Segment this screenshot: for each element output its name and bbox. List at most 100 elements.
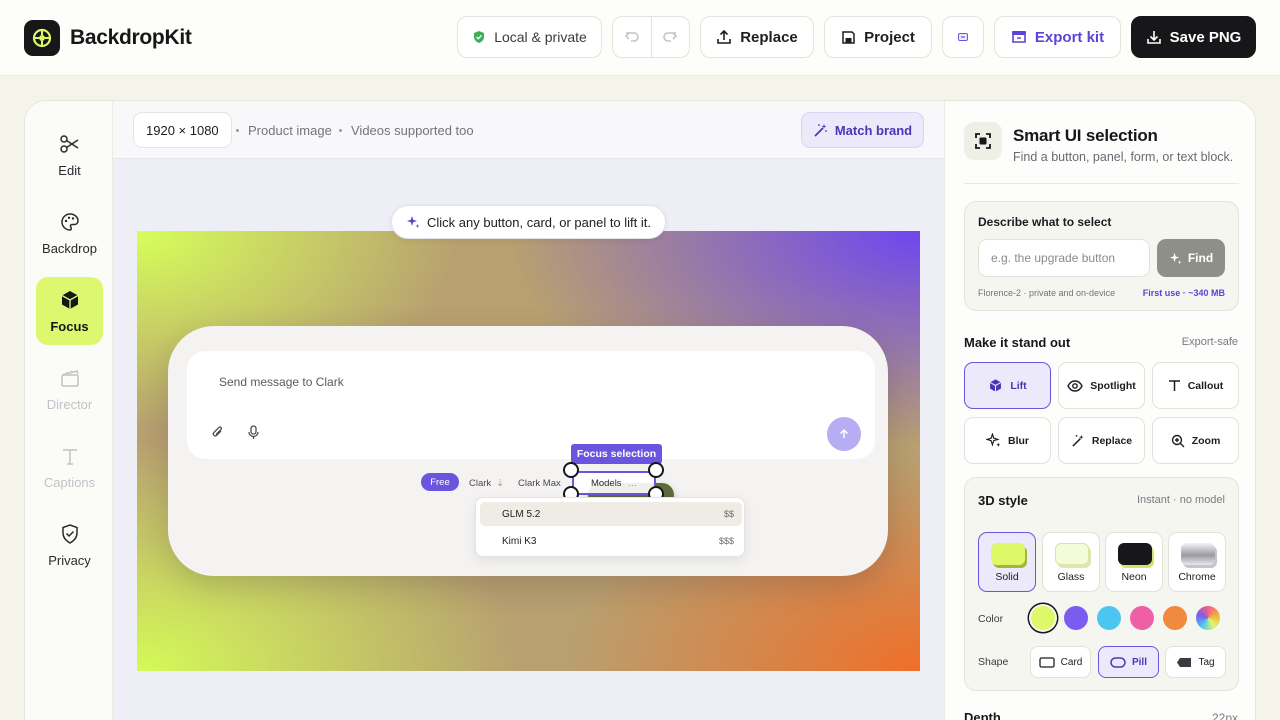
style-glass-button[interactable]: Glass (1042, 532, 1100, 592)
preview-message-box[interactable]: Send message to Clark (187, 351, 875, 459)
save-png-button[interactable]: Save PNG (1131, 16, 1256, 58)
shape-tag-button[interactable]: Tag (1165, 646, 1226, 678)
3d-style-box: 3D style Instant · no model Solid Glass … (964, 477, 1239, 691)
tier-clark[interactable]: Clark ⇣ (469, 474, 504, 492)
undo-redo-group (612, 16, 690, 58)
shape-label: Shape (978, 656, 1009, 668)
glass-preview (1055, 543, 1089, 565)
resize-handle-top-left[interactable] (563, 462, 579, 478)
preview-send-button[interactable] (827, 417, 861, 451)
effect-replace-label: Replace (1091, 434, 1133, 447)
local-private-badge[interactable]: Local & private (457, 16, 602, 58)
resize-handle-top-right[interactable] (648, 462, 664, 478)
find-button[interactable]: Find (1157, 239, 1225, 277)
effect-spotlight-label: Spotlight (1090, 379, 1136, 392)
rail-item-backdrop[interactable]: Backdrop (36, 199, 103, 267)
undo-button[interactable] (613, 17, 652, 57)
shape-card-button[interactable]: Card (1030, 646, 1091, 678)
focus-selection-box[interactable]: Models … (572, 471, 656, 495)
wand-icon (1072, 434, 1084, 447)
redo-icon (663, 32, 678, 42)
gradient-backdrop[interactable]: Send message to Clark Free Clark ⇣ Clark… (137, 231, 920, 671)
describe-input[interactable]: e.g. the upgrade button (978, 239, 1150, 277)
hint-tooltip: Click any button, card, or panel to lift… (391, 205, 666, 239)
style-solid-label: Solid (995, 571, 1019, 583)
rail-label-backdrop: Backdrop (42, 240, 97, 256)
save-png-label: Save PNG (1169, 28, 1242, 46)
shape-pill-button[interactable]: Pill (1098, 646, 1159, 678)
menu-icon (958, 33, 968, 41)
scissors-icon (59, 134, 78, 153)
palette-icon (60, 212, 79, 231)
sparkle-icon (986, 433, 1001, 447)
divider (964, 183, 1239, 184)
model-note: Florence-2 · private and on-device (978, 288, 1116, 298)
tier-free[interactable]: Free (421, 473, 459, 491)
find-label: Find (1187, 251, 1214, 265)
rail-label-edit: Edit (58, 162, 81, 178)
shield-check-icon (61, 523, 78, 544)
depth-value: 22px (1211, 711, 1238, 720)
model-option[interactable]: GLM 5.2 $$ (480, 502, 742, 526)
color-swatch-sky[interactable] (1097, 606, 1121, 630)
effect-zoom-button[interactable]: Zoom (1152, 417, 1239, 464)
effect-spotlight-button[interactable]: Spotlight (1058, 362, 1145, 409)
rail-label-director: Director (46, 396, 93, 412)
replace-button[interactable]: Replace (700, 16, 814, 58)
effect-replace-button[interactable]: Replace (1058, 417, 1145, 464)
shape-card-label: Card (1060, 656, 1083, 668)
dimensions-chip[interactable]: 1920 × 1080 (133, 112, 232, 148)
rail-item-privacy[interactable]: Privacy (36, 511, 103, 579)
rail-item-captions[interactable]: Captions (36, 433, 103, 501)
export-kit-label: Export kit (1034, 28, 1105, 46)
style-neon-label: Neon (1121, 571, 1147, 583)
style-chrome-label: Chrome (1178, 571, 1216, 583)
redo-button[interactable] (652, 17, 690, 57)
hint-text: Click any button, card, or panel to lift… (427, 214, 651, 230)
effect-lift-button[interactable]: Lift (964, 362, 1051, 409)
tag-shape-icon (1177, 657, 1192, 667)
project-button[interactable]: Project (824, 16, 932, 58)
effect-blur-button[interactable]: Blur (964, 417, 1051, 464)
zoom-icon (1171, 434, 1185, 447)
preview-chat-card[interactable]: Send message to Clark Free Clark ⇣ Clark… (168, 326, 888, 576)
save-disk-icon (842, 30, 855, 44)
style-chrome-button[interactable]: Chrome (1168, 532, 1226, 592)
ellipsis-icon: … (627, 477, 638, 489)
effect-zoom-label: Zoom (1191, 434, 1221, 447)
export-safe-note: Export-safe (1181, 336, 1238, 348)
tier-clark-max[interactable]: Clark Max (518, 474, 561, 492)
chevron-icon: ⇣ (496, 477, 505, 489)
first-use-link[interactable]: First use · ~340 MB (1143, 288, 1225, 298)
upload-icon (717, 29, 732, 44)
style-solid-button[interactable]: Solid (978, 532, 1036, 592)
color-swatch-lime[interactable] (1031, 606, 1055, 630)
arrow-up-icon (839, 428, 849, 438)
color-swatch-orange[interactable] (1163, 606, 1187, 630)
export-kit-button[interactable]: Export kit (994, 16, 1121, 58)
color-swatch-rainbow[interactable] (1196, 606, 1220, 630)
box-icon (1011, 31, 1026, 43)
effect-callout-button[interactable]: Callout (1152, 362, 1239, 409)
rail-item-focus[interactable]: Focus (36, 277, 103, 345)
editor-window: Edit Backdrop Focus Director Captions Pr… (24, 100, 1256, 720)
project-label: Project (864, 28, 915, 46)
color-swatch-pink[interactable] (1130, 606, 1154, 630)
color-label: Color (978, 613, 1004, 625)
rail-label-privacy: Privacy (48, 552, 91, 568)
3d-style-title: 3D style (978, 493, 1028, 508)
shape-tag-label: Tag (1198, 656, 1215, 668)
effect-lift-label: Lift (1010, 379, 1027, 392)
style-neon-button[interactable]: Neon (1105, 532, 1163, 592)
menu-button[interactable] (942, 16, 984, 58)
match-brand-button[interactable]: Match brand (801, 112, 924, 148)
panel-subtitle: Find a button, panel, form, or text bloc… (1013, 150, 1234, 164)
rail-item-edit[interactable]: Edit (36, 121, 103, 189)
cube-icon (61, 290, 78, 309)
model-name: Kimi K3 (502, 536, 537, 547)
sparkle-icon (407, 216, 420, 228)
solid-preview (991, 543, 1025, 565)
rail-item-director[interactable]: Director (36, 355, 103, 423)
color-swatch-purple[interactable] (1064, 606, 1088, 630)
model-option[interactable]: Kimi K3 $$$ (480, 529, 742, 553)
